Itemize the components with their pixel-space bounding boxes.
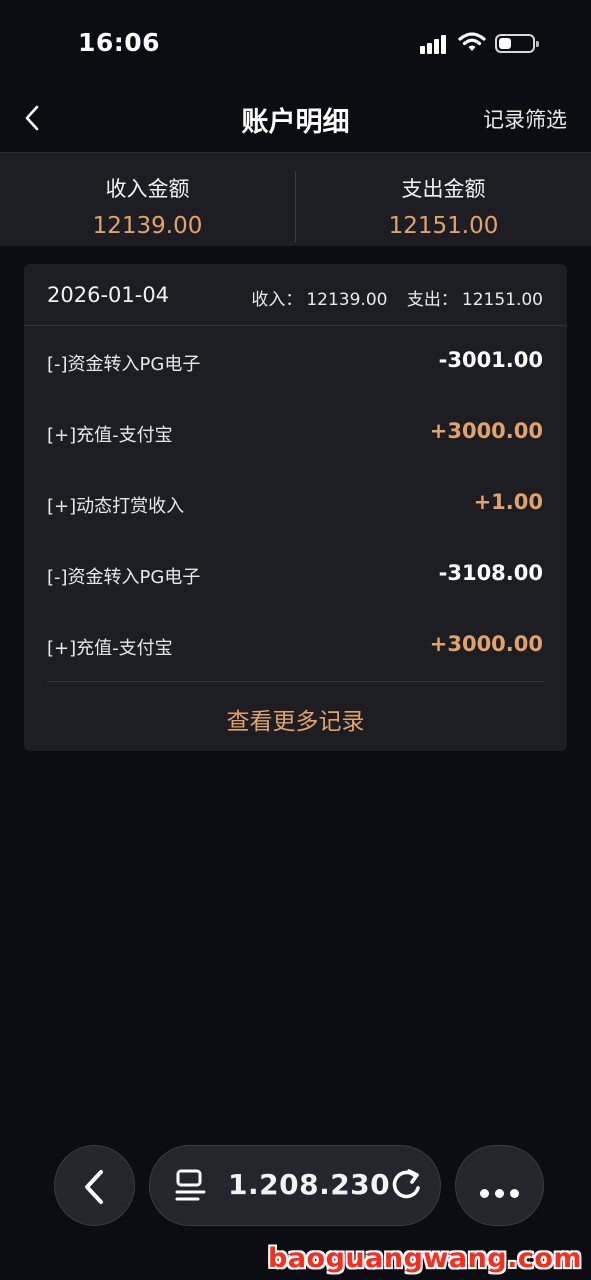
status-bar: 16:06 <box>0 0 591 88</box>
day-totals: 收入： 12139.00 支出： 12151.00 <box>247 285 543 310</box>
divider <box>47 681 544 682</box>
day-expense-label: 支出： <box>406 290 458 310</box>
day-income-total: 12139.00 <box>306 290 388 310</box>
watermark: baoguangwang.com <box>268 1243 583 1274</box>
header: 账户明细 记录筛选 <box>0 88 591 150</box>
transaction-amount: -3001.00 <box>438 348 543 372</box>
transaction-title: [-]资金转入PG电子 <box>47 567 201 588</box>
transaction-title: [-]资金转入PG电子 <box>47 354 201 375</box>
income-label: 收入金额 <box>105 177 190 201</box>
day-expense-total: 12151.00 <box>461 290 543 310</box>
expense-label: 支出金额 <box>401 177 486 201</box>
list-item: [-]资金转入PG电子 -3001.00 <box>24 326 567 397</box>
url-bar[interactable]: 1.208.230 <box>149 1145 441 1226</box>
list-item: [-]资金转入PG电子 -3108.00 <box>24 539 567 610</box>
view-more-records-button[interactable]: 查看更多记录 <box>24 702 567 736</box>
summary-panel: 收入金额 12139.00 支出金额 12151.00 <box>0 152 591 246</box>
browser-back-button[interactable] <box>54 1145 135 1226</box>
wifi-icon <box>458 32 486 51</box>
back-chevron-icon <box>85 1170 103 1204</box>
transaction-title: [+]充值-支付宝 <box>47 638 173 659</box>
reload-icon[interactable] <box>388 1166 424 1204</box>
transaction-title: [+]充值-支付宝 <box>47 425 173 446</box>
battery-icon <box>495 34 539 53</box>
more-options-button[interactable] <box>455 1145 544 1226</box>
list-item: [+]充值-支付宝 +3000.00 <box>24 610 567 681</box>
signal-icon <box>420 34 448 54</box>
status-time: 16:06 <box>78 28 161 57</box>
url-text: 1.208.230 <box>228 1168 391 1201</box>
transaction-amount: +3000.00 <box>429 632 543 656</box>
day-income-label: 收入： <box>251 290 303 310</box>
income-summary: 收入金额 12139.00 <box>0 153 295 246</box>
day-record-card: 2026-01-04 收入： 12139.00 支出： 12151.00 [-]资金… <box>24 264 567 751</box>
record-date: 2026-01-04 <box>47 283 170 307</box>
url-list-icon <box>175 1169 206 1201</box>
income-value: 12139.00 <box>92 213 203 239</box>
more-dots-icon <box>480 1183 525 1202</box>
transaction-amount: +1.00 <box>473 490 543 514</box>
expense-summary: 支出金额 12151.00 <box>296 153 591 246</box>
list-item: [+]充值-支付宝 +3000.00 <box>24 397 567 468</box>
list-item: [+]动态打赏收入 +1.00 <box>24 468 567 539</box>
record-filter-button[interactable]: 记录筛选 <box>483 104 567 134</box>
transaction-list: [-]资金转入PG电子 -3001.00 [+]充值-支付宝 +3000.00 … <box>24 326 567 681</box>
transaction-title: [+]动态打赏收入 <box>47 496 185 517</box>
expense-value: 12151.00 <box>388 213 499 239</box>
card-header: 2026-01-04 收入： 12139.00 支出： 12151.00 <box>24 264 567 326</box>
transaction-amount: +3000.00 <box>429 419 543 443</box>
transaction-amount: -3108.00 <box>438 561 543 585</box>
